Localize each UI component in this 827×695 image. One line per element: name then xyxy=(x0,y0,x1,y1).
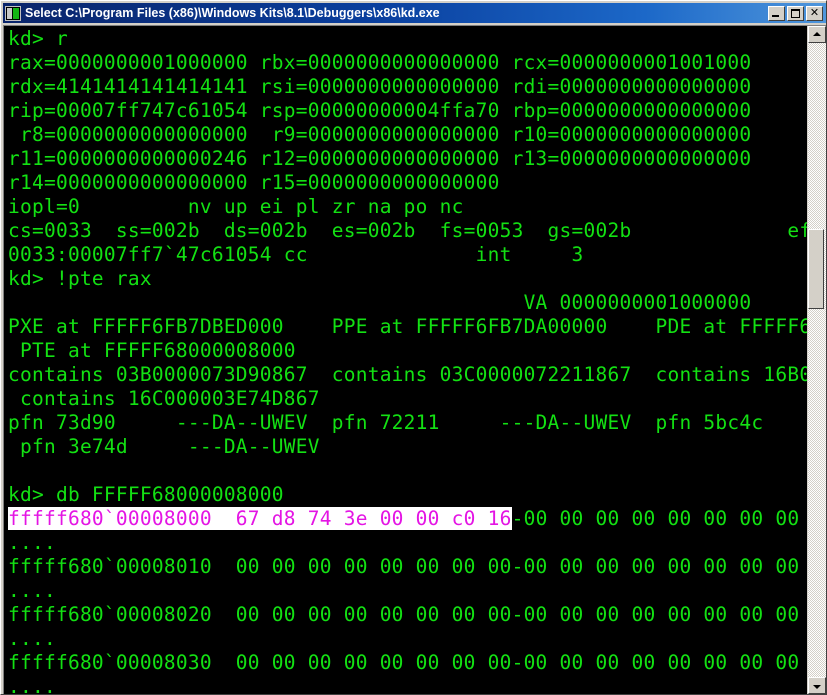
close-button[interactable]: ✕ xyxy=(806,5,823,21)
title-bar[interactable]: Select C:\Program Files (x86)\Windows Ki… xyxy=(3,3,826,23)
console-line: PTE at FFFFF68000008000 xyxy=(8,339,296,362)
console-line: r11=0000000000000246 r12=000000000000000… xyxy=(8,147,752,170)
scroll-up-button[interactable] xyxy=(808,26,826,43)
console-line: VA 0000000001000000 xyxy=(8,291,752,314)
memory-dump-wrap: .... xyxy=(8,531,56,554)
console-window: Select C:\Program Files (x86)\Windows Ki… xyxy=(0,0,827,695)
highlighted-bytes: fffff680`00008000 67 d8 74 3e 00 00 c0 1… xyxy=(8,507,512,530)
console-app-icon xyxy=(5,5,21,21)
console-output[interactable]: kd> r rax=0000000001000000 rbx=000000000… xyxy=(4,26,807,694)
window-title: Select C:\Program Files (x86)\Windows Ki… xyxy=(25,6,440,20)
console-line: rdx=4141414141414141 rsi=000000000000000… xyxy=(8,75,752,98)
maximize-button[interactable] xyxy=(787,5,804,21)
minimize-icon xyxy=(769,7,784,20)
console-line: iopl=0 nv up ei pl zr na po nc xyxy=(8,195,464,218)
console-line: PXE at FFFFF6FB7DBED000 PPE at FFFFF6FB7… xyxy=(8,315,807,338)
close-icon: ✕ xyxy=(809,5,820,19)
scroll-down-button[interactable] xyxy=(808,677,826,694)
console-line: kd> !pte rax xyxy=(8,267,152,290)
console-line: 0033:00007ff7`47c61054 cc int 3 xyxy=(8,243,584,266)
console-command-line: kd> db FFFFF68000008000 xyxy=(8,483,284,506)
console-line: contains 16C000003E74D867 xyxy=(8,387,320,410)
console-line: pfn 3e74d ---DA--UWEV xyxy=(8,435,320,458)
memory-dump-wrap: .... xyxy=(8,675,56,694)
console-line: r14=0000000000000000 r15=000000000000000… xyxy=(8,171,500,194)
console-line: cs=0033 ss=002b ds=002b es=002b fs=0053 … xyxy=(8,219,807,242)
minimize-button[interactable] xyxy=(768,5,785,21)
memory-dump-row: fffff680`00008020 00 00 00 00 00 00 00 0… xyxy=(8,603,800,626)
console-line: r8=0000000000000000 r9=0000000000000000 … xyxy=(8,123,752,146)
memory-dump-wrap: .... xyxy=(8,627,56,650)
console-line: pfn 73d90 ---DA--UWEV pfn 72211 ---DA--U… xyxy=(8,411,764,434)
memory-dump-row: fffff680`00008010 00 00 00 00 00 00 00 0… xyxy=(8,555,800,578)
window-controls: ✕ xyxy=(768,5,825,21)
vertical-scrollbar[interactable] xyxy=(807,26,826,694)
console-line: kd> r xyxy=(8,27,68,50)
dump-row-remainder: -00 00 00 00 00 00 00 00 g.t>........ xyxy=(511,507,800,530)
console-line: rax=0000000001000000 rbx=000000000000000… xyxy=(8,51,752,74)
scrollbar-track[interactable] xyxy=(808,43,826,677)
memory-dump-row: fffff680`00008030 00 00 00 00 00 00 00 0… xyxy=(8,651,800,674)
memory-dump-row-highlighted: fffff680`00008000 67 d8 74 3e 00 00 c0 1… xyxy=(8,507,807,531)
maximize-icon xyxy=(788,7,803,20)
console-client-area: kd> r rax=0000000001000000 rbx=000000000… xyxy=(3,25,826,694)
console-line: rip=00007ff747c61054 rsp=00000000004ffa7… xyxy=(8,99,752,122)
console-line: contains 03B0000073D90867 contains 03C00… xyxy=(8,363,807,386)
memory-dump-wrap: .... xyxy=(8,579,56,602)
scrollbar-thumb[interactable] xyxy=(808,229,824,309)
